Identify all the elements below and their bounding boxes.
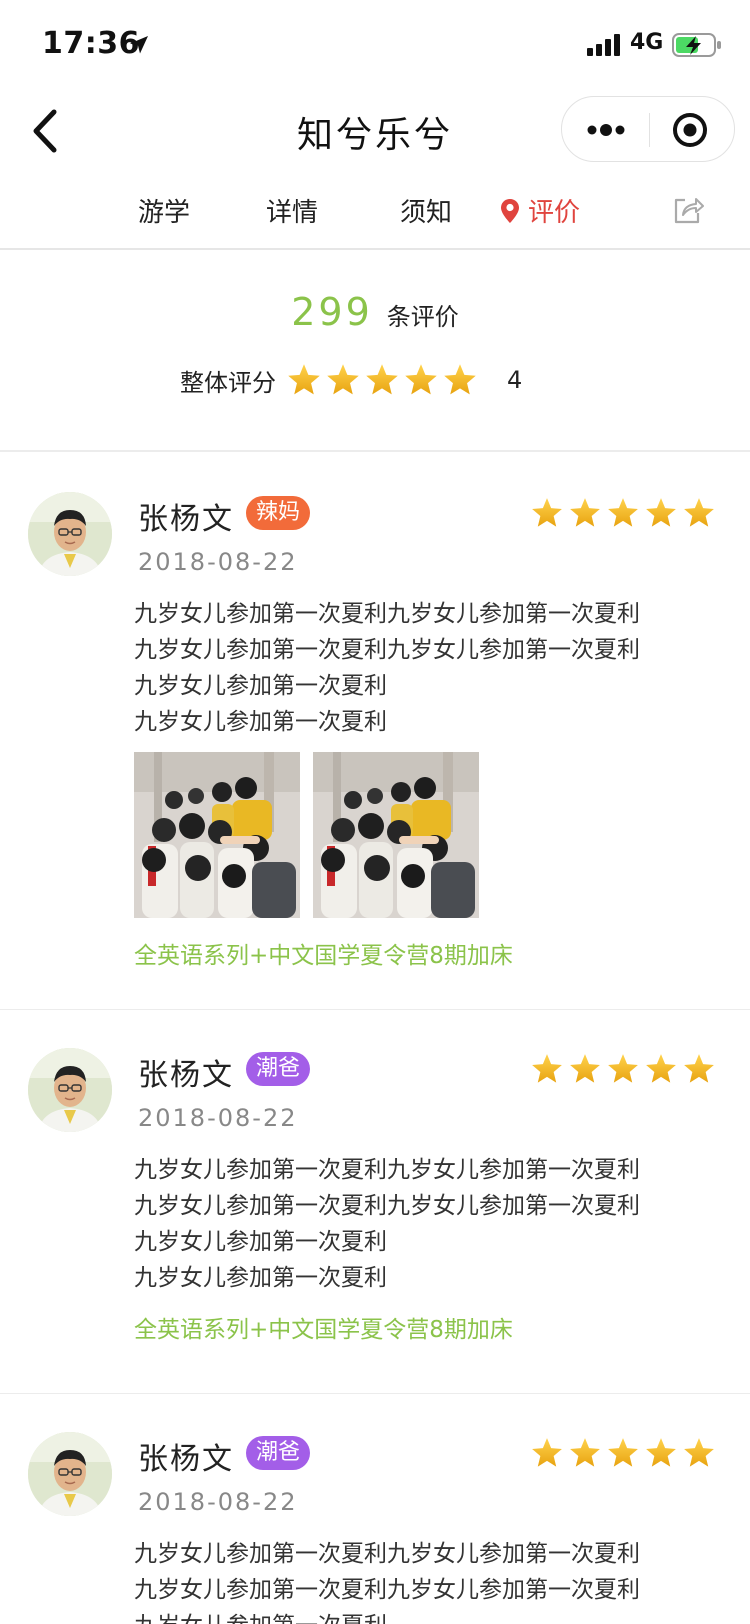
star-icon — [606, 496, 640, 530]
reviewer-badge: 潮爸 — [246, 1052, 311, 1086]
review-text-line: 九岁女儿参加第一次夏利九岁女儿参加第一次夏利 — [134, 637, 640, 663]
review-text-line: 九岁女儿参加第一次夏利九岁女儿参加第一次夏利 — [134, 1193, 640, 1219]
tab-reviews-label: 评价 — [528, 198, 581, 228]
overall-score-label: 整体评分 — [180, 368, 276, 397]
review-text: 九岁女儿参加第一次夏利九岁女儿参加第一次夏利 九岁女儿参加第一次夏利九岁女儿参加… — [134, 596, 714, 740]
review-date: 2018-08-22 — [138, 1104, 298, 1132]
more-icon[interactable] — [582, 111, 630, 149]
status-bar: 17:36 4G — [0, 0, 750, 88]
star-icon — [644, 1436, 678, 1470]
share-icon[interactable] — [672, 194, 704, 226]
reviewer-name: 张杨文 — [138, 502, 234, 537]
tab-study-tour[interactable]: 游学 — [138, 192, 190, 229]
review-text-line: 九岁女儿参加第一次夏利 — [134, 1265, 387, 1291]
tab-details[interactable]: 详情 — [266, 192, 318, 229]
review-summary: 299 条评价 整体评分 4 — [0, 252, 750, 452]
review-text-line: 九岁女儿参加第一次夏利九岁女儿参加第一次夏利 — [134, 1541, 640, 1567]
star-icon — [403, 362, 439, 398]
overall-score-line: 整体评分 4 — [180, 360, 522, 400]
capsule-divider — [649, 113, 650, 147]
star-icon — [606, 1052, 640, 1086]
review-card: 张杨文 辣妈 2018-08-22 九岁女儿参加第一次夏利九岁女儿参加第一次夏利… — [0, 454, 750, 1010]
star-icon — [682, 1052, 716, 1086]
review-count-label: 条评价 — [386, 303, 459, 331]
navigation-bar: 知兮乐兮 — [0, 88, 750, 174]
review-photo[interactable] — [313, 752, 479, 918]
reviewer-badge: 潮爸 — [246, 1436, 311, 1470]
network-type: 4G — [630, 30, 664, 55]
tab-notice[interactable]: 须知 — [400, 192, 452, 229]
star-icon — [364, 362, 400, 398]
review-product-tag[interactable]: 全英语系列+中文国学夏令营8期加床 — [134, 936, 513, 970]
overall-score-value: 4 — [507, 366, 523, 394]
tab-bar: 游学 详情 须知 评价 — [0, 176, 750, 250]
star-icon — [682, 1436, 716, 1470]
star-icon — [286, 362, 322, 398]
review-text-line: 九岁女儿参加第一次夏利 — [134, 1608, 714, 1624]
signal-icon — [587, 34, 620, 56]
review-date: 2018-08-22 — [138, 548, 298, 576]
star-icon — [644, 496, 678, 530]
review-star-rating — [530, 496, 720, 530]
mini-program-capsule — [561, 96, 735, 162]
location-pin-icon — [501, 199, 519, 223]
review-text-line: 九岁女儿参加第一次夏利九岁女儿参加第一次夏利 — [134, 1157, 640, 1183]
review-count-line: 299 条评价 — [0, 290, 750, 334]
review-card: 张杨文 潮爸 2018-08-22 九岁女儿参加第一次夏利九岁女儿参加第一次夏利… — [0, 1010, 750, 1394]
battery-charging-icon — [672, 33, 721, 57]
review-text: 九岁女儿参加第一次夏利九岁女儿参加第一次夏利 九岁女儿参加第一次夏利九岁女儿参加… — [134, 1536, 714, 1624]
star-icon — [568, 1052, 602, 1086]
star-icon — [644, 1052, 678, 1086]
review-count: 299 — [291, 290, 373, 334]
close-mini-program-icon[interactable] — [670, 111, 710, 149]
star-icon — [530, 1436, 564, 1470]
star-icon — [530, 1052, 564, 1086]
star-icon — [568, 1436, 602, 1470]
review-text-line: 九岁女儿参加第一次夏利九岁女儿参加第一次夏利 — [134, 1577, 640, 1603]
avatar[interactable] — [28, 492, 112, 576]
review-product-tag[interactable]: 全英语系列+中文国学夏令营8期加床 — [134, 1310, 513, 1344]
avatar[interactable] — [28, 1432, 112, 1516]
avatar[interactable] — [28, 1048, 112, 1132]
review-text-line: 九岁女儿参加第一次夏利 — [134, 673, 387, 699]
star-icon — [325, 362, 361, 398]
review-text-line: 九岁女儿参加第一次夏利 — [134, 709, 387, 735]
review-star-rating — [530, 1052, 720, 1086]
review-text: 九岁女儿参加第一次夏利九岁女儿参加第一次夏利 九岁女儿参加第一次夏利九岁女儿参加… — [134, 1152, 714, 1296]
star-icon — [442, 362, 478, 398]
status-time: 17:36 — [42, 26, 140, 61]
review-text-line: 九岁女儿参加第一次夏利九岁女儿参加第一次夏利 — [134, 601, 640, 627]
review-text-line: 九岁女儿参加第一次夏利 — [134, 1229, 387, 1255]
star-icon — [530, 496, 564, 530]
reviewer-badge: 辣妈 — [246, 496, 311, 530]
reviewer-name: 张杨文 — [138, 1058, 234, 1093]
star-icon — [568, 496, 602, 530]
star-icon — [606, 1436, 640, 1470]
reviewer-name: 张杨文 — [138, 1442, 234, 1477]
location-arrow-icon — [130, 36, 148, 54]
tab-reviews[interactable]: 评价 — [500, 192, 580, 229]
overall-star-rating — [286, 362, 481, 398]
review-card: 张杨文 潮爸 2018-08-22 九岁女儿参加第一次夏利九岁女儿参加第一次夏利… — [0, 1394, 750, 1624]
review-star-rating — [530, 1436, 720, 1470]
star-icon — [682, 496, 716, 530]
review-date: 2018-08-22 — [138, 1488, 298, 1516]
review-photo[interactable] — [134, 752, 300, 918]
